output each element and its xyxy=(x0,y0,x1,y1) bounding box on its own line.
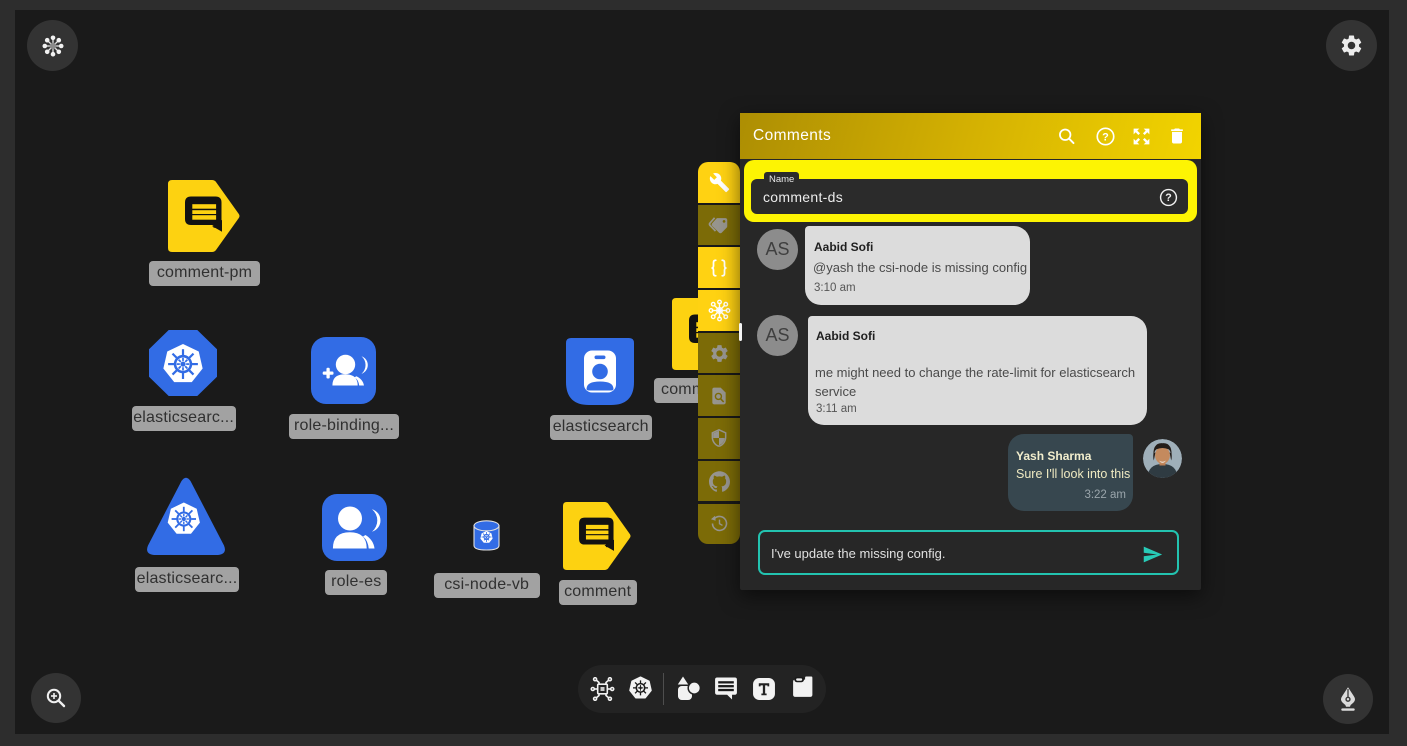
svg-text:?: ? xyxy=(1102,131,1109,143)
svg-text:?: ? xyxy=(1165,192,1172,204)
